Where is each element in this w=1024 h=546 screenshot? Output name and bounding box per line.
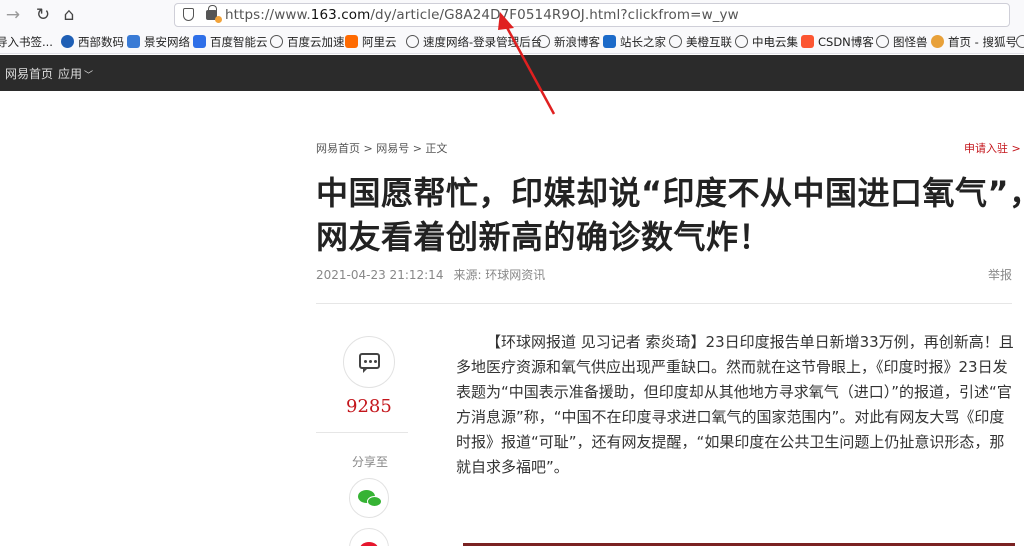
nav-netease-home[interactable]: 网易首页 [5, 65, 53, 82]
baidu-cloud-icon [193, 35, 206, 48]
weibo-icon [360, 542, 378, 546]
comment-button[interactable] [343, 336, 395, 388]
globe-icon [1016, 35, 1024, 48]
annotation-arrow [498, 12, 556, 115]
forward-icon[interactable]: → [2, 4, 24, 26]
aliyun-icon [345, 35, 358, 48]
jingan-icon [127, 35, 140, 48]
csdn-icon [801, 35, 814, 48]
publish-date: 2021-04-23 21:12:14 [316, 268, 444, 282]
bookmark-label: 首页 - 搜狐号 [948, 35, 1017, 49]
bookmark-jingan[interactable]: 景安网络 [127, 34, 190, 50]
chinaz-icon [603, 35, 616, 48]
bookmark-sohu[interactable]: 首页 - 搜狐号 [931, 34, 1017, 50]
title-line-1: 中国愿帮忙，印媒却说“印度不从中国进口氧气”， [316, 174, 1024, 212]
header-divider [316, 303, 1012, 304]
bookmark-meicheng[interactable]: 美橙互联 [669, 34, 732, 50]
bookmark-label: 导入书签... [0, 35, 53, 49]
globe-icon [735, 35, 748, 48]
nav-apps[interactable]: 应用 ﹀ [58, 65, 93, 82]
bookmark-label: 站长之家 [620, 35, 666, 49]
bookmark-label: CSDN博客 [818, 35, 874, 49]
bookmark-aliyun[interactable]: 阿里云 [345, 34, 397, 50]
bookmark-tuguaishou[interactable]: 图怪兽 [876, 34, 928, 50]
bookmark-label: 景安网络 [144, 35, 190, 49]
reload-icon[interactable]: ↻ [32, 4, 54, 26]
article-title: 中国愿帮忙，印媒却说“印度不从中国进口氧气”， 网友看着创新高的确诊数气炸！ [316, 171, 1024, 259]
comment-count[interactable]: 9285 [346, 396, 392, 417]
bookmark-baidu-accel[interactable]: 百度云加速 [270, 34, 345, 50]
lock-warning-icon[interactable] [206, 5, 222, 23]
globe-icon [876, 35, 889, 48]
chevron-down-icon: ﹀ [84, 71, 94, 81]
arrow-head [498, 12, 514, 30]
article-source[interactable]: 来源: 环球网资讯 [453, 268, 545, 282]
bookmark-import[interactable]: 导入书签... [0, 34, 53, 50]
bookmark-csdn[interactable]: CSDN博客 [801, 34, 874, 50]
west-icon [61, 35, 74, 48]
bookmark-label: 图怪兽 [893, 35, 928, 49]
bookmark-label: 西部数码 [78, 35, 124, 49]
url-prefix: https://www. [225, 7, 311, 23]
rail-divider [316, 432, 408, 433]
home-icon[interactable]: ⌂ [58, 4, 80, 26]
bookmark-label: 百度智能云 [210, 35, 268, 49]
bookmark-chinaz[interactable]: 站长之家 [603, 34, 666, 50]
share-weibo-button[interactable] [349, 528, 389, 546]
share-label: 分享至 [352, 455, 389, 469]
url-host: 163.com [310, 7, 371, 23]
bookmark-zhongdian[interactable]: 中电云集 [735, 34, 798, 50]
article-paragraph: 【环球网报道 见习记者 索炎琦】23日印度报告单日新增33万例，再创新高！且多地… [456, 333, 1014, 476]
bookmark-label: 阿里云 [362, 35, 397, 49]
apply-join-link[interactable]: 申请入驻 > [964, 140, 1021, 156]
report-link[interactable]: 举报 [988, 266, 1012, 283]
tracking-shield-icon[interactable] [183, 8, 194, 21]
arrow-shaft [502, 21, 556, 115]
address-bar[interactable]: https://www.163.com/dy/article/G8A24D7F0… [174, 3, 1010, 27]
bookmark-label: 百度云加速 [287, 35, 345, 49]
wechat-icon-bubble [367, 496, 382, 507]
article-meta: 2021-04-23 21:12:14 来源: 环球网资讯 [316, 266, 545, 283]
nav-apps-label: 应用 [58, 67, 83, 81]
share-wechat-button[interactable] [349, 478, 389, 518]
bookmark-label: 中电云集 [752, 35, 798, 49]
bookmark-label: 美橙互联 [686, 35, 732, 49]
globe-icon [406, 35, 419, 48]
sohu-icon [931, 35, 944, 48]
bookmark-overflow[interactable] [1016, 34, 1024, 50]
comment-icon [359, 353, 380, 373]
bookmark-xibushuma[interactable]: 西部数码 [61, 34, 124, 50]
breadcrumb[interactable]: 网易首页 > 网易号 > 正文 [316, 140, 447, 156]
title-line-2: 网友看着创新高的确诊数气炸！ [316, 218, 772, 256]
globe-icon [270, 35, 283, 48]
bookmark-baidu-cloud[interactable]: 百度智能云 [193, 34, 268, 50]
globe-icon [669, 35, 682, 48]
